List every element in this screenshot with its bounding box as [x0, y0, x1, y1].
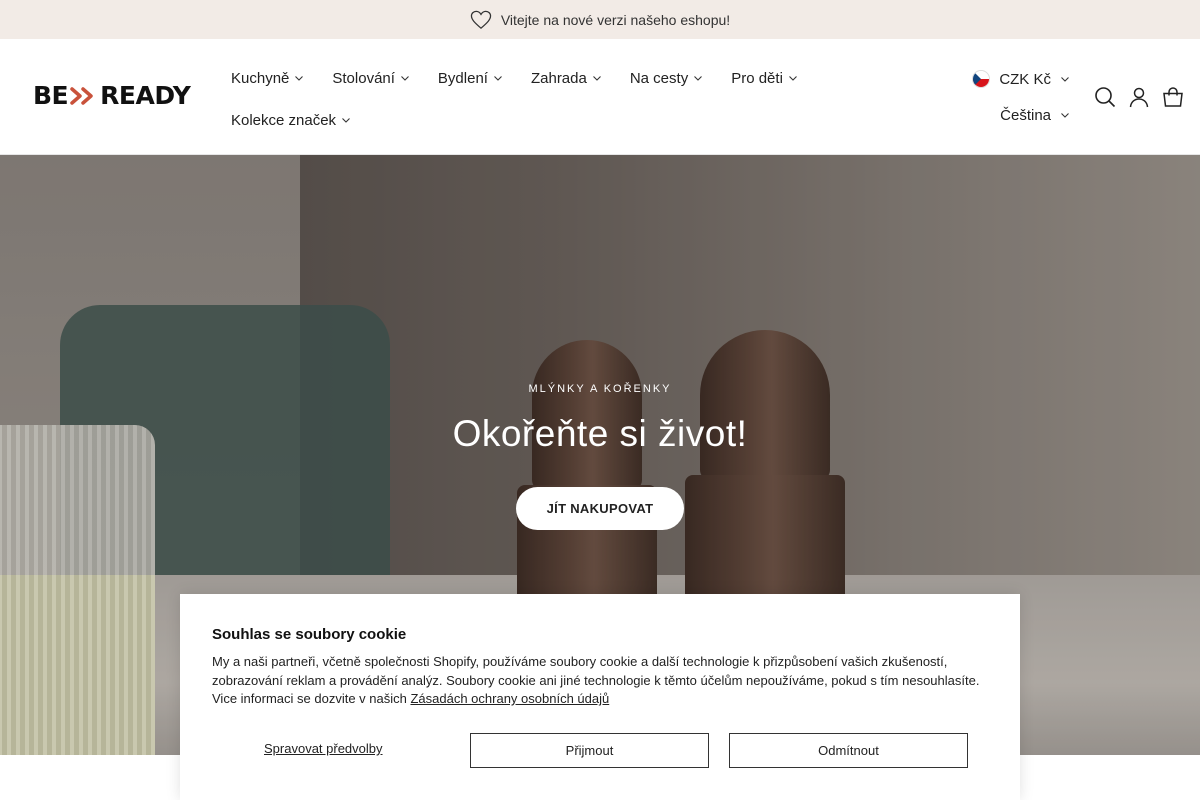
nav-item-label: Pro děti [731, 69, 783, 87]
chevron-down-icon [342, 118, 350, 123]
logo-text-right: READY [100, 81, 191, 110]
logo-text-left: BE [33, 81, 69, 110]
nav-row-2: Kolekce značek [231, 99, 871, 141]
header-icons [1094, 86, 1184, 108]
heart-icon [470, 10, 491, 29]
nav-item-pro-deti[interactable]: Pro děti [731, 70, 798, 87]
currency-label: CZK Kč [999, 70, 1051, 88]
nav-row-1: Kuchyně Stolování Bydlení Zahrada Na ces… [231, 57, 871, 99]
announcement-text: Vitejte na nové verzi našeho eshopu! [500, 11, 731, 28]
decline-cookies-button[interactable]: Odmítnout [729, 733, 968, 768]
privacy-policy-link[interactable]: Zásadách ochrany osobních údajů [410, 691, 609, 706]
nav-item-label: Kolekce značek [231, 111, 337, 129]
language-selector[interactable]: Čeština [972, 103, 1070, 127]
nav-item-kuchyne[interactable]: Kuchyně [231, 70, 304, 87]
nav-item-label: Zahrada [530, 69, 587, 87]
nav-item-label: Bydlení [437, 69, 488, 87]
nav-item-zahrada[interactable]: Zahrada [531, 70, 602, 87]
language-label: Čeština [1000, 106, 1051, 124]
chevron-down-icon [592, 76, 601, 81]
chevron-down-icon [1061, 113, 1069, 118]
nav-item-kolekce-znacek[interactable]: Kolekce značek [231, 112, 351, 129]
chevron-down-icon [789, 76, 797, 81]
logo[interactable]: BE READY [33, 81, 191, 110]
cookie-text: My a naši partneři, včetně společnosti S… [212, 653, 992, 709]
nav-item-label: Na cesty [629, 69, 689, 87]
manage-preferences-link[interactable]: Spravovat předvolby [264, 741, 383, 756]
chevron-down-icon [401, 76, 409, 81]
hero-eyebrow: MLÝNKY A KOŘENKY [528, 383, 672, 395]
nav-item-label: Stolování [332, 69, 395, 87]
nav-item-stolovani[interactable]: Stolování [332, 70, 410, 87]
cookie-title: Souhlas se soubory cookie [212, 626, 407, 643]
nav-item-na-cesty[interactable]: Na cesty [630, 70, 703, 87]
chevron-down-icon [494, 76, 502, 81]
cart-icon[interactable] [1162, 86, 1184, 108]
chevron-down-icon [295, 76, 304, 81]
main-nav: Kuchyně Stolování Bydlení Zahrada Na ces… [231, 57, 871, 141]
announcement-bar: Vitejte na nové verzi našeho eshopu! [0, 0, 1200, 39]
accept-cookies-button[interactable]: Přijmout [470, 733, 709, 768]
chevron-down-icon [694, 76, 703, 81]
locale-selectors: CZK Kč Čeština [972, 67, 1070, 139]
logo-arrows-icon [70, 87, 93, 105]
hero-title: Okořeňte si život! [452, 413, 748, 454]
nav-item-label: Kuchyně [231, 69, 290, 87]
nav-item-bydleni[interactable]: Bydlení [438, 70, 503, 87]
czech-flag-icon [972, 70, 991, 88]
site-header: BE READY Kuchyně Stolování Bydlení Zahra… [0, 39, 1200, 155]
search-icon[interactable] [1094, 86, 1116, 108]
chevron-down-icon [1061, 77, 1069, 82]
cookie-consent-banner: Souhlas se soubory cookie My a naši part… [180, 594, 1020, 800]
currency-selector[interactable]: CZK Kč [972, 67, 1070, 91]
account-icon[interactable] [1128, 86, 1150, 108]
shop-now-button[interactable]: JÍT NAKUPOVAT [516, 487, 684, 530]
